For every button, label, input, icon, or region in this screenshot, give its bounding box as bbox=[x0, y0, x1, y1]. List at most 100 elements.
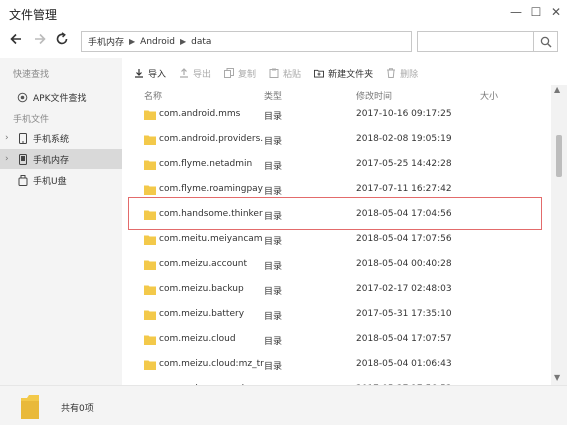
refresh-button[interactable] bbox=[52, 31, 72, 51]
file-name: com.meizu.battery bbox=[159, 309, 245, 319]
paste-icon bbox=[269, 68, 279, 78]
file-name: com.meizu.backup bbox=[159, 284, 244, 294]
file-list: com.android.mms 目录 2017-10-16 09:17:25 com.… bbox=[122, 102, 552, 385]
file-type: 目录 bbox=[264, 337, 283, 347]
file-name: com.handsome.thinker bbox=[159, 209, 263, 219]
column-size[interactable]: 大小 bbox=[480, 89, 498, 102]
file-modified: 2017-05-25 14:42:28 bbox=[356, 159, 452, 169]
refresh-icon bbox=[56, 32, 68, 45]
phone-icon bbox=[17, 132, 28, 144]
file-name: com.flyme.roamingpay bbox=[159, 184, 264, 194]
forward-button[interactable] bbox=[30, 31, 50, 51]
folder-icon bbox=[144, 334, 156, 345]
column-name[interactable]: 名称 bbox=[144, 89, 162, 102]
file-modified: 2017-10-16 09:17:25 bbox=[356, 109, 452, 119]
breadcrumb[interactable]: 手机内存 ▶ Android ▶ data bbox=[81, 31, 412, 52]
breadcrumb-item[interactable]: Android bbox=[140, 37, 175, 47]
breadcrumb-item[interactable]: 手机内存 bbox=[88, 35, 124, 48]
scroll-up-icon[interactable]: ▲ bbox=[554, 85, 560, 94]
search-button[interactable] bbox=[533, 32, 557, 51]
minimize-button[interactable]: — bbox=[508, 4, 524, 20]
file-row[interactable]: com.meitu.meiyancam 目录 2018-05-04 17:07:56 bbox=[122, 227, 552, 252]
file-type: 目录 bbox=[264, 312, 283, 322]
paste-button[interactable]: 粘贴 bbox=[269, 67, 301, 80]
file-name: com.flyme.netadmin bbox=[159, 159, 253, 169]
file-type: 目录 bbox=[264, 262, 283, 272]
new-folder-button[interactable]: 新建文件夹 bbox=[314, 67, 373, 80]
copy-icon bbox=[224, 68, 235, 78]
import-button[interactable]: 导入 bbox=[134, 67, 166, 80]
sidebar-item-apk-search[interactable]: APK文件查找 bbox=[0, 87, 122, 107]
sidebar-section-quick: 快速查找 bbox=[13, 70, 50, 80]
file-row[interactable]: com.android.mms 目录 2017-10-16 09:17:25 bbox=[122, 102, 552, 127]
scrollbar[interactable]: ▲ ▼ bbox=[551, 85, 567, 385]
folder-icon bbox=[144, 109, 156, 120]
toolbar: 导入 导出 复制 粘贴 新建文件夹 删除 bbox=[122, 58, 567, 88]
file-row[interactable]: com.meizu.account 目录 2018-05-04 00:40:28 bbox=[122, 252, 552, 277]
sidebar-item-label: 手机系统 bbox=[33, 134, 70, 145]
file-modified: 2018-05-04 17:07:56 bbox=[356, 234, 452, 244]
sidebar-item-label: 手机U盘 bbox=[33, 176, 67, 187]
chevron-right-icon: ▶ bbox=[129, 37, 136, 46]
folder-icon bbox=[144, 284, 156, 295]
file-row[interactable]: com.meizu.backup 目录 2017-02-17 02:48:03 bbox=[122, 277, 552, 302]
scroll-thumb[interactable] bbox=[556, 135, 562, 177]
sidebar-item-phone-system[interactable]: 手机系统 bbox=[0, 128, 122, 148]
file-row[interactable]: com.flyme.roamingpay 目录 2017-07-11 16:27:4… bbox=[122, 177, 552, 202]
file-type: 目录 bbox=[264, 162, 283, 172]
scroll-down-icon[interactable]: ▼ bbox=[554, 373, 560, 382]
search-icon bbox=[540, 36, 551, 47]
main-panel: 导入 导出 复制 粘贴 新建文件夹 删除 名称 类型 修改时间 大小 com.a… bbox=[122, 58, 567, 385]
file-type: 目录 bbox=[264, 287, 283, 297]
folder-icon bbox=[144, 209, 156, 220]
maximize-button[interactable]: ☐ bbox=[528, 4, 544, 20]
file-type: 目录 bbox=[264, 362, 283, 372]
sidebar-item-label: APK文件查找 bbox=[33, 93, 87, 104]
file-row[interactable]: com.meizu.compaign目录2017-05-27 17:56:53 bbox=[122, 377, 552, 385]
file-row[interactable]: com.flyme.netadmin 目录 2017-05-25 14:42:28 bbox=[122, 152, 552, 177]
folder-icon bbox=[144, 184, 156, 195]
file-row[interactable]: com.handsome.thinker 目录 2018-05-04 17:04:5… bbox=[122, 202, 552, 227]
arrow-right-icon bbox=[35, 33, 46, 45]
back-button[interactable] bbox=[6, 31, 26, 51]
breadcrumb-item[interactable]: data bbox=[191, 37, 211, 47]
sidebar-item-usb-drive[interactable]: 手机U盘 bbox=[0, 170, 122, 190]
file-name: com.android.mms bbox=[159, 109, 241, 119]
radio-icon bbox=[17, 92, 28, 103]
sidebar-section-phone: 手机文件 bbox=[13, 115, 50, 125]
file-type: 目录 bbox=[264, 237, 283, 247]
column-type[interactable]: 类型 bbox=[264, 89, 282, 102]
file-modified: 2017-05-31 17:35:10 bbox=[356, 309, 452, 319]
folder-icon bbox=[144, 359, 156, 370]
sidebar-item-phone-storage[interactable]: 手机内存 bbox=[0, 149, 122, 169]
export-button[interactable]: 导出 bbox=[179, 67, 211, 80]
expand-arrow-icon[interactable]: › bbox=[5, 154, 9, 164]
search-input[interactable] bbox=[418, 32, 528, 51]
file-type: 目录 bbox=[264, 112, 283, 122]
toolbar-label: 粘贴 bbox=[283, 69, 302, 80]
file-row[interactable]: com.android.providers. 目录 2018-02-08 19:05… bbox=[122, 127, 552, 152]
file-row[interactable]: com.meizu.battery 目录 2017-05-31 17:35:10 bbox=[122, 302, 552, 327]
sidebar-item-label: 手机内存 bbox=[33, 155, 70, 166]
title-bar: 文件管理 — ☐ ✕ bbox=[0, 0, 567, 26]
toolbar-label: 复制 bbox=[238, 69, 257, 80]
file-row[interactable]: com.meizu.cloud 目录 2018-05-04 17:07:57 bbox=[122, 327, 552, 352]
new-folder-icon bbox=[314, 68, 325, 78]
folder-icon bbox=[144, 134, 156, 145]
import-icon bbox=[134, 68, 144, 78]
file-type: 目录 bbox=[264, 187, 283, 197]
column-modified[interactable]: 修改时间 bbox=[356, 89, 392, 102]
navigation-bar: 手机内存 ▶ Android ▶ data bbox=[0, 26, 567, 58]
copy-button[interactable]: 复制 bbox=[224, 67, 256, 80]
folder-icon bbox=[144, 159, 156, 170]
status-text: 共有0项 bbox=[61, 404, 94, 414]
file-modified: 2018-02-08 19:05:19 bbox=[356, 134, 452, 144]
file-modified: 2018-05-04 01:06:43 bbox=[356, 359, 452, 369]
file-row[interactable]: com.meizu.cloud:mz_tr 目录 2018-05-04 01:06:… bbox=[122, 352, 552, 377]
delete-button[interactable]: 删除 bbox=[386, 67, 418, 80]
close-button[interactable]: ✕ bbox=[548, 4, 564, 20]
file-modified: 2018-05-04 00:40:28 bbox=[356, 259, 452, 269]
folder-icon bbox=[144, 309, 156, 320]
arrow-left-icon bbox=[10, 33, 21, 45]
usb-drive-icon bbox=[17, 174, 28, 186]
